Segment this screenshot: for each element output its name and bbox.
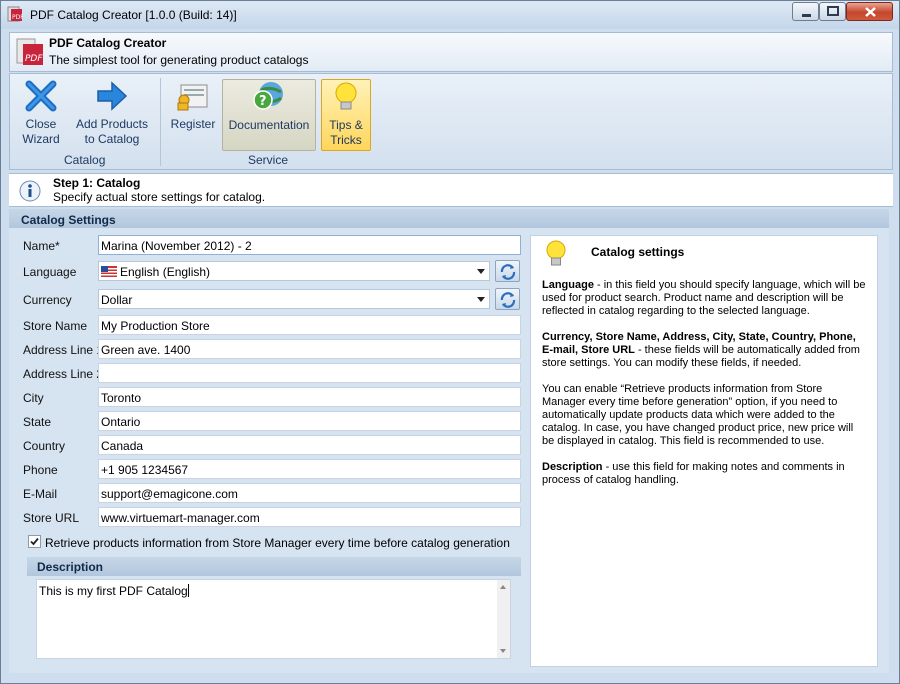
retrieve-products-checkbox[interactable]	[28, 535, 41, 548]
refresh-icon	[500, 264, 516, 280]
documentation-button[interactable]: ? Documentation	[222, 79, 316, 151]
info-icon	[19, 180, 41, 202]
close-icon	[865, 7, 876, 17]
minimize-icon	[802, 14, 811, 17]
description-textarea[interactable]: This is my first PDF Catalog	[36, 579, 511, 659]
group-service-label: Service	[248, 153, 289, 167]
catalog-settings-panel: Catalog Settings Name* Marina (November …	[9, 209, 889, 673]
city-label: City	[23, 391, 44, 405]
svg-text:?: ?	[259, 94, 267, 109]
phone-label: Phone	[23, 463, 58, 477]
currency-select[interactable]: Dollar	[98, 289, 490, 309]
maximize-icon	[827, 6, 839, 16]
help-panel: Catalog settings Language - in this fiel…	[530, 235, 878, 667]
us-flag-icon	[101, 266, 117, 277]
close-wizard-button[interactable]: Close Wizard	[16, 79, 66, 151]
title-bar: PDF PDF Catalog Creator [1.0.0 (Build: 1…	[1, 1, 899, 29]
catalog-settings-header: Catalog Settings	[9, 209, 889, 228]
language-value: English (English)	[120, 265, 211, 279]
phone-input[interactable]: +1 905 1234567	[98, 459, 521, 479]
register-label: Register	[170, 117, 216, 131]
step-banner: Step 1: Catalog Specify actual store set…	[9, 173, 893, 207]
text-caret	[187, 584, 189, 597]
address1-input[interactable]: Green ave. 1400	[98, 339, 521, 359]
name-input[interactable]: Marina (November 2012) - 2	[98, 235, 521, 255]
ribbon-toolbar: Close Wizard Add Products to Catalog Cat…	[9, 73, 893, 170]
app-window: PDF PDF Catalog Creator [1.0.0 (Build: 1…	[0, 0, 900, 684]
ribbon-separator	[160, 78, 161, 166]
checkmark-icon	[30, 537, 39, 546]
chevron-down-icon	[477, 269, 485, 274]
header-title: PDF Catalog Creator	[49, 36, 167, 50]
refresh-currency-button[interactable]	[495, 288, 520, 310]
register-key-icon	[177, 84, 208, 111]
language-select[interactable]: English (English)	[98, 261, 490, 281]
store-url-input[interactable]: www.virtuemart-manager.com	[98, 507, 521, 527]
city-input[interactable]: Toronto	[98, 387, 521, 407]
scroll-down-icon[interactable]	[500, 649, 506, 653]
help-paragraph-retrieve: You can enable “Retrieve products inform…	[542, 383, 854, 447]
help-title: Catalog settings	[591, 245, 685, 259]
help-paragraph-language: Language - in this field you should spec…	[542, 279, 868, 318]
svg-text:PDF: PDF	[25, 54, 43, 64]
svg-text:PDF: PDF	[12, 14, 23, 21]
help-description-bold: Description	[542, 461, 603, 473]
tips-tricks-label: Tips & Tricks	[329, 118, 363, 147]
maximize-button[interactable]	[819, 2, 846, 21]
store-name-label: Store Name	[23, 319, 88, 333]
help-paragraph-fields: Currency, Store Name, Address, City, Sta…	[542, 331, 868, 370]
description-header: Description	[27, 557, 521, 576]
close-x-icon	[25, 80, 57, 112]
store-url-label: Store URL	[23, 511, 80, 525]
address2-label: Address Line 2	[23, 367, 104, 381]
add-products-label: Add Products to Catalog	[75, 117, 149, 146]
description-scrollbar[interactable]	[497, 580, 510, 658]
close-window-button[interactable]	[846, 2, 893, 21]
state-input[interactable]: Ontario	[98, 411, 521, 431]
address2-input[interactable]	[98, 363, 521, 383]
scroll-up-icon[interactable]	[500, 585, 506, 589]
email-input[interactable]: support@emagicone.com	[98, 483, 521, 503]
currency-value: Dollar	[101, 293, 133, 307]
help-language-bold: Language	[542, 279, 594, 291]
lightbulb-icon	[546, 240, 566, 266]
language-label: Language	[23, 265, 77, 279]
description-text: This is my first PDF Catalog	[39, 584, 188, 598]
group-catalog-label: Catalog	[64, 153, 106, 167]
help-paragraph-description: Description - use this field for making …	[542, 461, 868, 487]
app-header: PDF PDF Catalog Creator The simplest too…	[9, 32, 893, 72]
pdf-app-icon: PDF	[7, 6, 23, 22]
minimize-button[interactable]	[792, 2, 819, 21]
retrieve-products-label[interactable]: Retrieve products information from Store…	[45, 536, 510, 550]
currency-label: Currency	[23, 293, 72, 307]
close-wizard-label: Close Wizard	[22, 117, 60, 146]
country-input[interactable]: Canada	[98, 435, 521, 455]
register-button[interactable]: Register	[168, 79, 218, 151]
documentation-label: Documentation	[228, 118, 310, 132]
email-label: E-Mail	[23, 487, 58, 501]
step-subtitle: Specify actual store settings for catalo…	[53, 190, 266, 204]
window-title: PDF Catalog Creator [1.0.0 (Build: 14)]	[30, 8, 237, 22]
add-products-button[interactable]: Add Products to Catalog	[72, 79, 152, 151]
arrow-right-icon	[97, 81, 128, 111]
address1-label: Address Line 1	[23, 343, 104, 357]
chevron-down-icon	[477, 297, 485, 302]
state-label: State	[23, 415, 52, 429]
help-globe-icon: ?	[253, 82, 283, 110]
refresh-icon	[500, 292, 516, 308]
refresh-language-button[interactable]	[495, 260, 520, 282]
store-name-input[interactable]: My Production Store	[98, 315, 521, 335]
header-subtitle: The simplest tool for generating product…	[49, 53, 309, 67]
lightbulb-icon	[335, 82, 357, 110]
country-label: Country	[23, 439, 66, 453]
tips-tricks-button[interactable]: Tips & Tricks	[321, 79, 371, 151]
step-title: Step 1: Catalog	[53, 176, 141, 190]
name-label: Name*	[23, 239, 60, 253]
pdf-logo-icon: PDF	[16, 38, 43, 65]
